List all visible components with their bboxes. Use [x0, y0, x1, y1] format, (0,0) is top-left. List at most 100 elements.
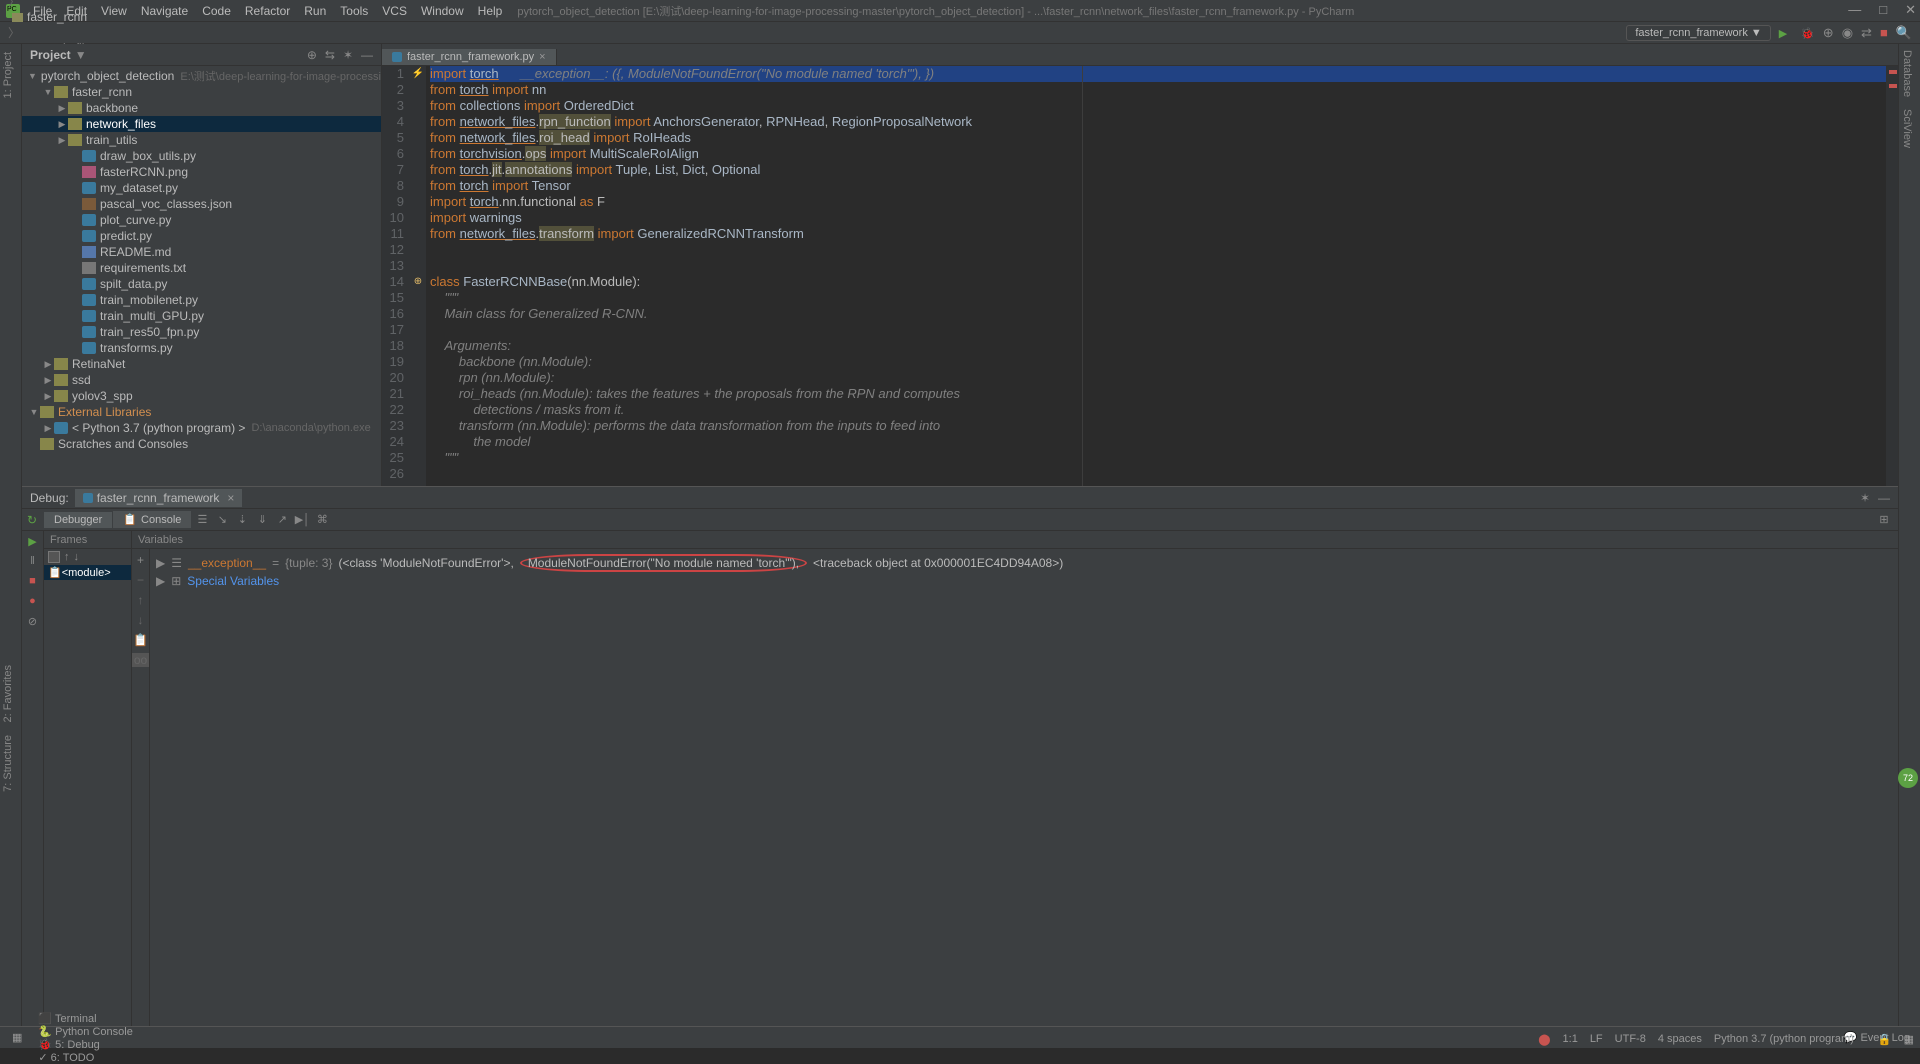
project-settings-button[interactable]: ✶ [343, 48, 353, 62]
console-tab[interactable]: 📋 Console [113, 511, 191, 528]
error-stripe[interactable] [1886, 66, 1898, 486]
tree-node[interactable]: my_dataset.py [22, 180, 381, 196]
status-info[interactable]: 1:1 [1563, 1033, 1578, 1045]
stop-debug-button[interactable]: ■ [22, 571, 43, 591]
force-step-button[interactable]: ⇓ [254, 512, 270, 528]
variable-row[interactable]: ▶ ☰ __exception__ = {tuple: 3} (<class '… [156, 553, 1892, 573]
project-tree[interactable]: ▼pytorch_object_detectionE:\测试\deep-lear… [22, 66, 381, 486]
debug-button[interactable] [1801, 26, 1815, 40]
evaluate-button[interactable]: ⌘ [314, 512, 330, 528]
tree-node[interactable]: plot_curve.py [22, 212, 381, 228]
status-tab[interactable]: 🐞 5: Debug [30, 1038, 140, 1051]
status-info[interactable]: UTF-8 [1615, 1033, 1646, 1045]
tree-node[interactable]: fasterRCNN.png [22, 164, 381, 180]
frame-up-button[interactable]: ↑ [64, 551, 70, 563]
hide-tool-button[interactable]: — [361, 48, 373, 62]
memory-lock-icon[interactable]: 🔒 [1878, 1033, 1892, 1046]
status-tab[interactable]: ⬛ Terminal [30, 1012, 140, 1025]
search-everywhere-button[interactable]: 🔍 [1896, 25, 1912, 41]
tool-window-quick-access[interactable]: ▦ [4, 1031, 30, 1044]
tree-node[interactable]: transforms.py [22, 340, 381, 356]
error-marker[interactable] [1889, 84, 1897, 88]
run-config-dropdown[interactable]: faster_rcnn_framework ▼ [1626, 25, 1770, 41]
close-debug-tab[interactable]: × [227, 491, 234, 505]
tree-node[interactable]: ▼External Libraries [22, 404, 381, 420]
special-variables-row[interactable]: ▶ ⊞ Special Variables [156, 573, 1892, 589]
tree-node[interactable]: ▼pytorch_object_detectionE:\测试\deep-lear… [22, 68, 381, 84]
favorites-tool-button[interactable]: 2: Favorites [0, 661, 16, 726]
locate-file-button[interactable]: ⊕ [307, 48, 317, 62]
layout-button[interactable]: ⊞ [1876, 512, 1892, 528]
menu-run[interactable]: Run [297, 4, 333, 18]
hide-debug-button[interactable]: — [1878, 491, 1890, 505]
profile-button[interactable]: ◉ [1842, 25, 1853, 41]
menu-window[interactable]: Window [414, 4, 471, 18]
menu-help[interactable]: Help [471, 4, 510, 18]
run-button[interactable] [1779, 26, 1793, 40]
status-tab[interactable]: 🐍 Python Console [30, 1025, 140, 1038]
editor-body[interactable]: 1234567891011121314151617181920212223242… [382, 66, 1898, 486]
menu-refactor[interactable]: Refactor [238, 4, 297, 18]
menu-vcs[interactable]: VCS [375, 4, 414, 18]
show-watches-button[interactable]: oo [132, 653, 149, 667]
collapse-all-button[interactable]: ⇆ [325, 48, 335, 62]
sciview-tool-button[interactable]: SciView [1899, 103, 1915, 154]
tree-node[interactable]: draw_box_utils.py [22, 148, 381, 164]
project-tool-button[interactable]: 1: Project [0, 48, 16, 102]
breadcrumb-segment[interactable]: faster_rcnn [8, 10, 169, 24]
tree-node[interactable]: train_res50_fpn.py [22, 324, 381, 340]
frame-down-button[interactable]: ↓ [74, 551, 80, 563]
close-tab-button[interactable]: × [539, 51, 545, 63]
step-into-button[interactable]: ↘ [214, 512, 230, 528]
debug-session-tab[interactable]: faster_rcnn_framework × [75, 489, 243, 507]
debug-settings-button[interactable]: ✶ [1860, 491, 1870, 505]
step-out-button[interactable]: ↗ [274, 512, 290, 528]
tree-node[interactable]: train_multi_GPU.py [22, 308, 381, 324]
rerun-button[interactable]: ↻ [22, 513, 37, 527]
status-info[interactable]: Python 3.7 (python program) [1714, 1033, 1854, 1045]
attach-button[interactable]: ⇄ [1861, 25, 1872, 41]
ide-status-icon[interactable]: ▦ [1904, 1033, 1914, 1046]
copy-watch-button[interactable]: 📋 [132, 633, 149, 647]
code-with-me-badge[interactable]: 72 [1898, 768, 1918, 788]
debugger-tab[interactable]: Debugger [44, 512, 112, 528]
mute-breakpoints-button[interactable]: ⊘ [22, 611, 43, 631]
tree-node[interactable]: ▶yolov3_spp [22, 388, 381, 404]
remove-watch-button[interactable]: − [132, 573, 149, 587]
tree-node[interactable]: predict.py [22, 228, 381, 244]
tree-node[interactable]: ▶ssd [22, 372, 381, 388]
run-to-cursor-button[interactable]: ▶│ [294, 512, 310, 528]
new-watch-button[interactable]: + [132, 553, 149, 567]
step-over-button[interactable]: ☰ [194, 512, 210, 528]
code-content[interactable]: import torch __exception__: ({, ModuleNo… [426, 66, 1898, 486]
close-button[interactable]: ✕ [1905, 2, 1916, 18]
menu-tools[interactable]: Tools [333, 4, 375, 18]
step-into-my-button[interactable]: ⇣ [234, 512, 250, 528]
tree-node[interactable]: ▶train_utils [22, 132, 381, 148]
structure-tool-button[interactable]: 7: Structure [0, 731, 16, 796]
tree-node[interactable]: spilt_data.py [22, 276, 381, 292]
tree-node[interactable]: ▶RetinaNet [22, 356, 381, 372]
tree-node[interactable]: ▼faster_rcnn [22, 84, 381, 100]
editor-tab-active[interactable]: faster_rcnn_framework.py × [382, 49, 557, 65]
pause-button[interactable]: ‖ [22, 551, 43, 571]
status-tab[interactable]: ✓ 6: TODO [30, 1051, 140, 1064]
status-info[interactable]: 4 spaces [1658, 1033, 1702, 1045]
thread-dropdown[interactable] [48, 551, 60, 563]
database-tool-button[interactable]: Database [1899, 44, 1915, 103]
stop-button[interactable]: ■ [1880, 25, 1888, 40]
tree-node[interactable]: ▶< Python 3.7 (python program) >D:\anaco… [22, 420, 381, 436]
maximize-button[interactable]: □ [1879, 2, 1887, 18]
menu-code[interactable]: Code [195, 4, 238, 18]
tree-node[interactable]: pascal_voc_classes.json [22, 196, 381, 212]
tree-node[interactable]: requirements.txt [22, 260, 381, 276]
tree-node[interactable]: ▶network_files [22, 116, 381, 132]
watch-up-button[interactable]: ↑ [132, 593, 149, 607]
tree-node[interactable]: Scratches and Consoles [22, 436, 381, 452]
minimize-button[interactable]: — [1848, 2, 1861, 18]
status-info[interactable]: LF [1590, 1033, 1603, 1045]
resume-button[interactable]: ▶ [22, 531, 43, 551]
tree-node[interactable]: train_mobilenet.py [22, 292, 381, 308]
error-marker[interactable] [1889, 70, 1897, 74]
error-indicator[interactable]: ⬤ [1538, 1033, 1550, 1046]
